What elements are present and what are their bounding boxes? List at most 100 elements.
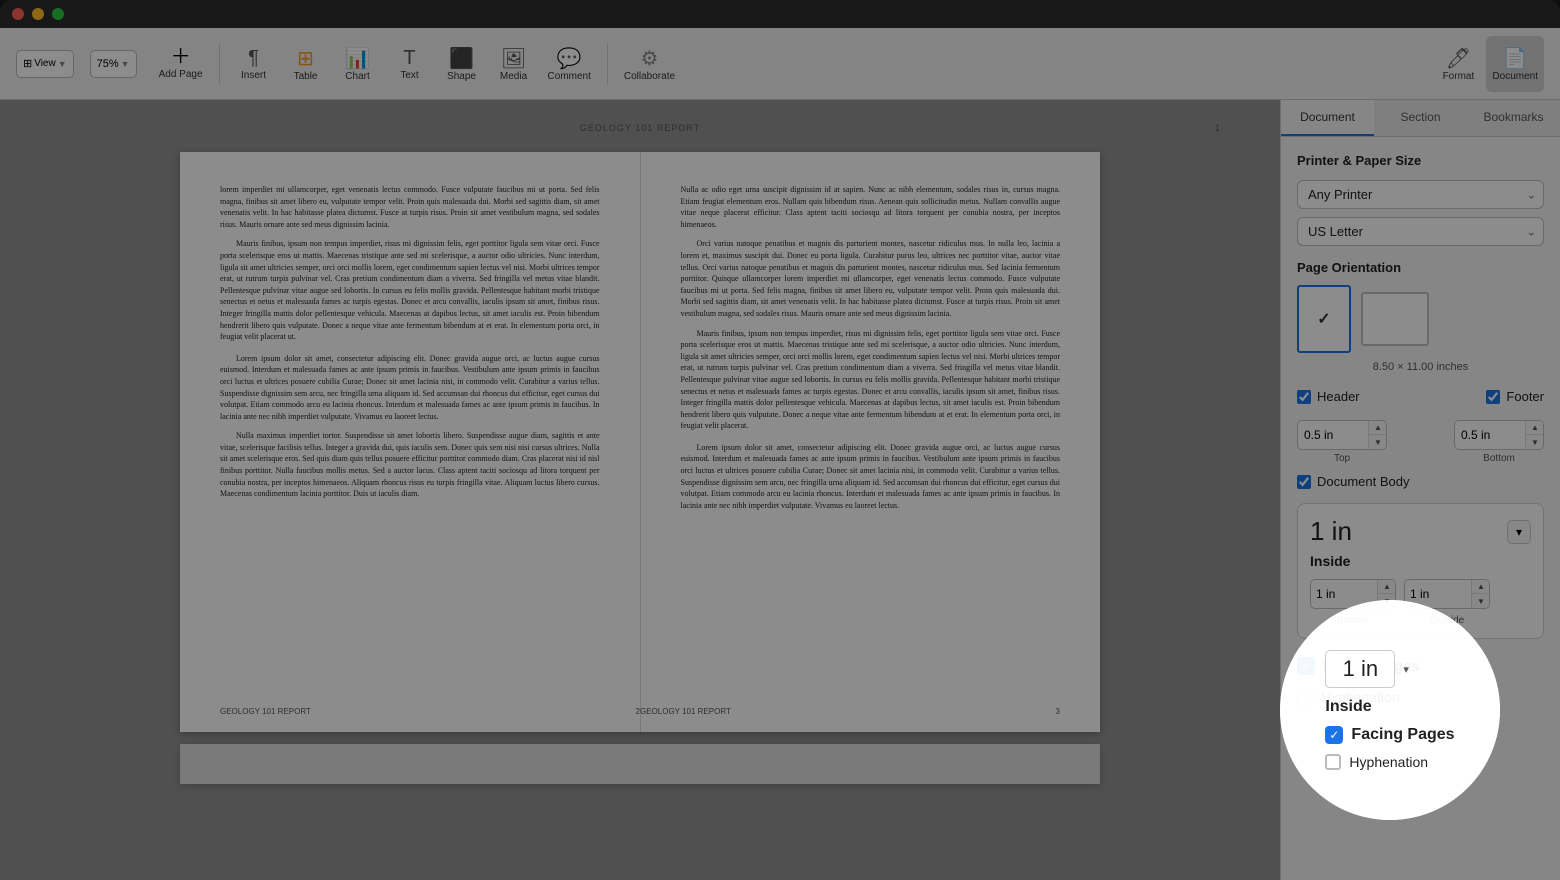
page-orientation-section: Page Orientation ✓ 8.50 × 11.00 inches	[1297, 260, 1544, 373]
view-group: ⊞ View ▼	[16, 50, 74, 78]
margin-top-wrapper: ▲ ▼	[1310, 579, 1396, 609]
collaborate-icon: ⚙	[641, 46, 659, 71]
margin-value-display: 1 in	[1310, 516, 1352, 547]
printer-dropdown[interactable]: Any Printer PDF	[1297, 180, 1544, 209]
margin-top-bottom-row: ▲ ▼ ▲ ▼	[1310, 579, 1531, 609]
zoom-button[interactable]: 75% ▼	[90, 50, 137, 78]
insert-button[interactable]: ¶ Insert	[230, 36, 278, 92]
add-page-button[interactable]: ＋ Add Page	[153, 36, 209, 92]
footer-label: Footer	[1506, 389, 1544, 404]
header-label: Header	[1317, 389, 1360, 404]
text-label: Text	[400, 70, 418, 81]
shape-button[interactable]: ⬛ Shape	[438, 36, 486, 92]
shape-icon: ⬛	[449, 46, 474, 71]
margin-top-input[interactable]	[1311, 584, 1377, 604]
minimize-button[interactable]	[32, 8, 44, 20]
collaborate-button[interactable]: ⚙ Collaborate	[618, 36, 681, 92]
margin-outside-down[interactable]: ▼	[1472, 594, 1490, 608]
header-sublabel: Top	[1297, 453, 1387, 464]
tab-bookmarks[interactable]: Bookmarks	[1467, 100, 1560, 136]
portrait-option: ✓	[1297, 285, 1351, 353]
comment-button[interactable]: 💬 Comment	[542, 36, 597, 92]
page-3-footer-title: GEOLOGY 101 REPORT	[640, 706, 731, 718]
page-2-footer-title: GEOLOGY 101 REPORT	[220, 706, 311, 718]
margin-outside-label: Outside	[1404, 615, 1490, 626]
footer-down-button[interactable]: ▼	[1526, 435, 1544, 449]
header-footer-row: Header Footer	[1297, 389, 1544, 414]
header-input-wrapper: ▲ ▼	[1297, 420, 1387, 450]
printer-dropdown-wrapper: Any Printer PDF ⌄	[1297, 180, 1544, 209]
document-body-label: Document Body	[1317, 474, 1410, 489]
view-button[interactable]: ⊞ View ▼	[16, 50, 74, 78]
orientation-title: Page Orientation	[1297, 260, 1544, 275]
header-up-button[interactable]: ▲	[1369, 421, 1387, 435]
next-page-partial	[180, 744, 1100, 784]
document-body-checkbox[interactable]	[1297, 475, 1311, 489]
document-body-row: Document Body	[1297, 474, 1544, 489]
format-icon: 🖊	[1446, 46, 1471, 71]
chart-label: Chart	[345, 71, 369, 82]
landscape-option	[1361, 292, 1429, 346]
page-1-number: 1	[1215, 123, 1220, 133]
header-value-input[interactable]	[1298, 424, 1368, 446]
paper-size-dropdown[interactable]: US Letter US Legal A4	[1297, 217, 1544, 246]
body-text-4: Nulla maximus imperdiet tortor. Suspendi…	[220, 430, 600, 500]
landscape-box[interactable]	[1361, 292, 1429, 346]
header-footer-values: ▲ ▼ Top ▲ ▼ Bottom	[1297, 420, 1544, 464]
tab-section[interactable]: Section	[1374, 100, 1467, 136]
footer-up-button[interactable]: ▲	[1526, 421, 1544, 435]
add-page-label: Add Page	[159, 69, 203, 80]
body-text-3: Lorem ipsum dolor sit amet, consectetur …	[220, 353, 600, 423]
facing-pages-checkbox[interactable]: ✓	[1297, 657, 1315, 675]
margin-dropdown-label: ▾	[1516, 525, 1522, 539]
comment-label: Comment	[548, 71, 591, 82]
format-button[interactable]: 🖊 Format	[1434, 36, 1482, 92]
media-button[interactable]: 🖼 Media	[490, 36, 538, 92]
table-icon: ⊞	[297, 46, 314, 71]
table-button[interactable]: ⊞ Table	[282, 36, 330, 92]
margin-outside-stepper: ▲ ▼	[1471, 580, 1490, 608]
margins-section: 1 in ▾ Inside ▲ ▼	[1297, 503, 1544, 639]
close-button[interactable]	[12, 8, 24, 20]
text-button[interactable]: T Text	[386, 36, 434, 92]
margin-outside-up[interactable]: ▲	[1472, 580, 1490, 594]
canvas-area[interactable]: GEOLOGY 101 REPORT 1 lorem imperdiet mi …	[0, 100, 1280, 880]
margin-top-up[interactable]: ▲	[1378, 580, 1396, 594]
panel-content: Printer & Paper Size Any Printer PDF ⌄ U…	[1281, 137, 1560, 880]
margin-inside-row: 1 in ▾	[1310, 516, 1531, 547]
document-button[interactable]: 📄 Document	[1486, 36, 1544, 92]
body-text-right-3: Mauris finibus, ipsum non tempus imperdi…	[681, 328, 1061, 432]
footer-checkbox[interactable]	[1486, 390, 1500, 404]
footer-value-group: ▲ ▼ Bottom	[1454, 420, 1544, 464]
page-left: lorem imperdiet mi ullamcorper, eget ven…	[180, 152, 640, 732]
hyphenation-row: Hyphenation	[1297, 685, 1544, 709]
margin-outside-input[interactable]	[1405, 584, 1471, 604]
chart-button[interactable]: 📊 Chart	[334, 36, 382, 92]
body-text-right-1: Nulla ac odio eget urna suscipit digniss…	[681, 184, 1061, 230]
hyphenation-checkbox[interactable]	[1297, 689, 1313, 705]
body-text-1: lorem imperdiet mi ullamcorper, eget ven…	[220, 184, 600, 230]
tab-document[interactable]: Document	[1281, 100, 1374, 136]
fullscreen-button[interactable]	[52, 8, 64, 20]
printer-paper-section: Printer & Paper Size Any Printer PDF ⌄ U…	[1297, 153, 1544, 246]
body-text-2: Mauris finibus, ipsum non tempus imperdi…	[220, 238, 600, 342]
zoom-value: 75%	[97, 58, 119, 70]
portrait-box[interactable]: ✓	[1297, 285, 1351, 353]
portrait-check: ✓	[1317, 309, 1330, 329]
insert-label: Insert	[241, 70, 266, 81]
hyphenation-label: Hyphenation	[1321, 689, 1400, 705]
zoom-dropdown-icon: ▼	[121, 59, 130, 69]
footer-stepper: ▲ ▼	[1525, 421, 1544, 449]
footer-value-input[interactable]	[1455, 424, 1525, 446]
margin-bottom-label: Bottom	[1310, 615, 1396, 626]
orientation-options: ✓	[1297, 285, 1544, 353]
page-right: Nulla ac odio eget urna suscipit digniss…	[641, 152, 1101, 732]
toolbar-separator-1	[219, 44, 220, 84]
margin-top-down[interactable]: ▼	[1378, 594, 1396, 608]
header-title: GEOLOGY 101 REPORT	[580, 123, 700, 133]
margin-dropdown-trigger[interactable]: ▾	[1507, 520, 1531, 544]
add-page-icon: ＋	[171, 47, 191, 67]
header-down-button[interactable]: ▼	[1369, 435, 1387, 449]
facing-pages-label: Facing Pages	[1323, 658, 1420, 675]
header-checkbox[interactable]	[1297, 390, 1311, 404]
